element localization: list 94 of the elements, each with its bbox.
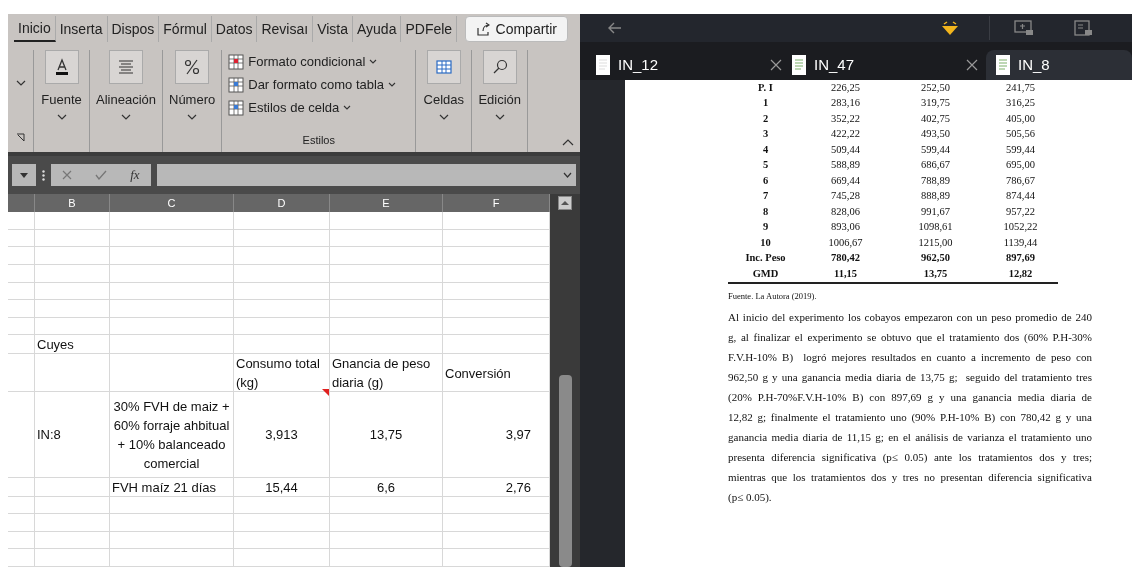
table-cell-text: Consumo total (kg) xyxy=(236,355,321,393)
group-label[interactable]: Celdas xyxy=(423,90,464,110)
share-button[interactable]: Compartir xyxy=(464,16,568,42)
table-cell-text: 2,76 xyxy=(505,478,531,497)
table-cell-text: 3,913 xyxy=(265,426,298,444)
table-cell: GMD xyxy=(752,266,779,281)
table-cell: 1052,22 xyxy=(1003,220,1038,235)
table-cell: 4 xyxy=(762,142,769,157)
table-cell: 1006,67 xyxy=(828,235,863,250)
table-cell: 888,89 xyxy=(921,189,950,204)
table-cell: P. I xyxy=(758,80,773,95)
table-cell: Inc. Peso xyxy=(745,251,786,266)
table-cell: 252,50 xyxy=(921,80,950,95)
table-cell: 1098,61 xyxy=(918,220,953,235)
table-cell: 745,28 xyxy=(831,189,860,204)
table-cell: 1 xyxy=(762,96,769,111)
body-paragraph: Al inicio del experimento los cobayos empezaron con un peso promedio de 240 g, al finalizar el experimento se obtuvo que el tratamiento dos (60% P.H-30% F.V.H-10% B) logró mejores resultados en cuanto a incremento de peso con 962,50 g y una ganancia media diaria de 13,75 g; seguido del tratamiento tres (20% P.H-70%F.V.H-10% B) con 897,69 g y una ganancia media diaria de 12,82 g; finalmente el tratamiento uno (90% P.H-10% B) con 780,42 g y una ganancia media diaria de 11,15 g; en el análisis de varianza el tratamiento uno presenta diferencia significativa (p≤ 0.05) ante los tratamientos dos y tres; mientras que los tratamientos dos y tres no presentan diferencia significativa (p≤ 0.05). xyxy=(728,310,1092,506)
table-cell: 13,75 xyxy=(923,266,948,281)
group-label[interactable]: Edición xyxy=(478,90,522,110)
document-tab[interactable]: IN_12 xyxy=(594,50,790,80)
table-cell: 828,06 xyxy=(831,204,860,219)
styles-menu-item[interactable]: Dar formato como tabla xyxy=(228,73,410,96)
column-header[interactable]: E xyxy=(330,194,443,213)
group-label[interactable]: Número xyxy=(169,90,216,110)
ribbon-tab[interactable]: Revisaı xyxy=(257,16,314,42)
table-cell-text: FVH maíz 21 días xyxy=(112,478,217,497)
group-label[interactable]: Fuente xyxy=(41,90,82,110)
table-cell: 493,50 xyxy=(921,127,950,142)
table-cell: 8 xyxy=(762,204,769,219)
table-cell: 588,89 xyxy=(831,158,860,173)
table-cell: 352,22 xyxy=(831,111,860,126)
table-cell: 10 xyxy=(760,235,771,250)
table-cell: 897,69 xyxy=(1006,251,1035,266)
ribbon-tab[interactable]: Ayuda xyxy=(353,16,402,42)
ribbon-tab[interactable]: Vista xyxy=(313,16,353,42)
table-cell: 599,44 xyxy=(921,142,950,157)
ribbon-tab[interactable]: Dispos xyxy=(107,16,160,42)
table-cell: 786,67 xyxy=(1006,173,1035,188)
table-cell: 5 xyxy=(762,158,769,173)
document-tab[interactable]: IN_8 xyxy=(986,50,1132,80)
table-cell: 316,25 xyxy=(1006,96,1035,111)
ribbon-tab[interactable]: Inserta xyxy=(55,16,108,42)
ribbon-tab[interactable]: Datos xyxy=(211,16,258,42)
styles-menu-item[interactable]: Estilos de celda xyxy=(228,96,410,119)
document-tab[interactable]: IN_47 xyxy=(790,50,986,80)
table-cell: 695,00 xyxy=(1006,158,1035,173)
table-cell: 957,22 xyxy=(1006,204,1035,219)
table-cell: 509,44 xyxy=(831,142,860,157)
table-cell: 991,67 xyxy=(921,204,950,219)
table-cell: 788,89 xyxy=(921,173,950,188)
table-cell: 1215,00 xyxy=(918,235,953,250)
ribbon-tab[interactable]: Inicio xyxy=(14,16,56,42)
table-cell: 319,75 xyxy=(921,96,950,111)
ribbon-tab[interactable]: PDFele xyxy=(401,16,458,42)
table-cell-text: 3,97 xyxy=(505,426,531,444)
table-cell-text: 13,75 xyxy=(369,426,403,444)
table-cell: 12,82 xyxy=(1008,266,1033,281)
table-cell-text: 6,6 xyxy=(376,478,396,497)
insert-function-button[interactable]: fx xyxy=(130,165,140,185)
table-cell: 422,22 xyxy=(831,127,860,142)
table-cell: 780,42 xyxy=(831,251,860,266)
table-cell: 893,06 xyxy=(831,220,860,235)
table-cell-text: Cuyes xyxy=(37,336,74,355)
source-note: Fuente. La Autora (2019). xyxy=(728,289,817,303)
table-cell-text: 30% FVH de maiz + 60% forraje ahbitual + 10% balanceado comercial xyxy=(112,397,231,473)
table-cell: 2 xyxy=(762,111,769,126)
table-cell: 669,44 xyxy=(831,173,860,188)
table-cell: 283,16 xyxy=(831,96,860,111)
table-cell-text: Conversión xyxy=(445,364,511,383)
table-cell: 686,67 xyxy=(921,158,950,173)
column-header[interactable]: D xyxy=(234,194,330,213)
column-header[interactable]: C xyxy=(110,194,234,213)
table-cell: 11,15 xyxy=(833,266,857,281)
table-cell: 6 xyxy=(762,173,769,188)
group-label: Estilos xyxy=(302,132,335,148)
table-cell: 402,75 xyxy=(921,111,950,126)
table-cell: 3 xyxy=(762,127,769,142)
table-cell: 226,25 xyxy=(831,80,860,95)
table-cell: 7 xyxy=(762,189,769,204)
table-cell: 241,75 xyxy=(1006,80,1035,95)
table-cell-text: 15,44 xyxy=(265,478,298,497)
table-cell: 874,44 xyxy=(1006,189,1035,204)
column-header[interactable]: B xyxy=(35,194,110,213)
styles-menu-item[interactable]: Formato condicional xyxy=(228,50,410,73)
table-cell: 505,56 xyxy=(1006,127,1035,142)
table-cell-text: IN:8 xyxy=(37,426,61,444)
table-cell: 1139,44 xyxy=(1003,235,1038,250)
table-cell: 962,50 xyxy=(921,251,950,266)
ribbon-tab[interactable]: Fórmul xyxy=(159,16,212,42)
table-cell-text: Gnancia de peso diaria (g) xyxy=(332,355,432,393)
table-cell: 405,00 xyxy=(1006,111,1035,126)
group-label[interactable]: Alineación xyxy=(96,90,156,110)
table-cell: 9 xyxy=(762,220,769,235)
table-cell: 599,44 xyxy=(1006,142,1035,157)
